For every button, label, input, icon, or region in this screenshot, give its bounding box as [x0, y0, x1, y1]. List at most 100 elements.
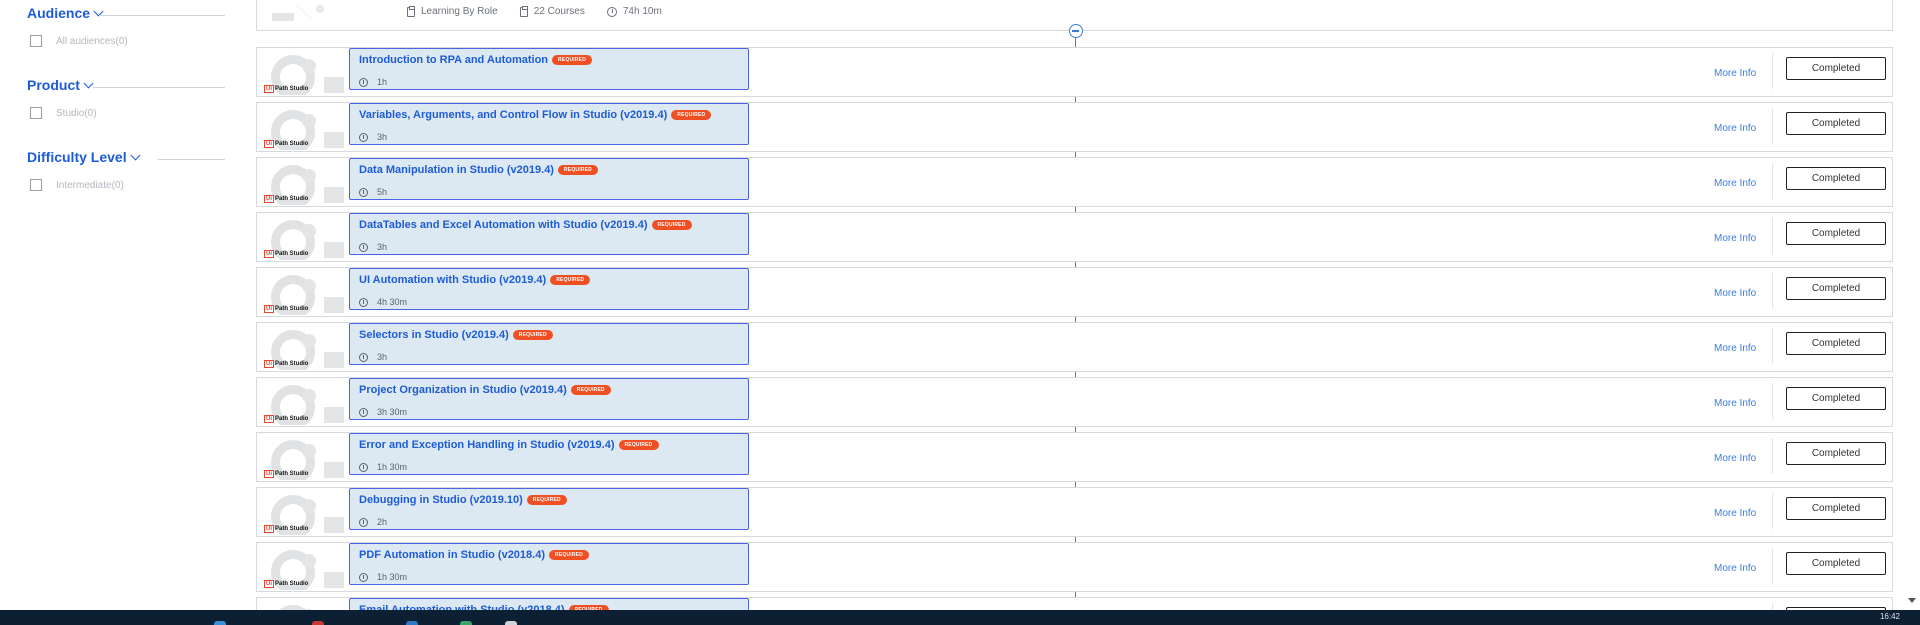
course-title-link[interactable]: Project Organization in Studio (v2019.4)	[359, 384, 567, 396]
course-title-link[interactable]: Variables, Arguments, and Control Flow i…	[359, 109, 667, 121]
more-info-link[interactable]: More Info	[1714, 453, 1756, 464]
required-badge: REQUIRED	[651, 220, 692, 230]
course-duration: 3h	[359, 242, 387, 252]
logo-text: Path Studio	[275, 251, 309, 257]
course-title-link[interactable]: Data Manipulation in Studio (v2019.4)	[359, 164, 554, 176]
taskbar-app-icon[interactable]	[460, 621, 472, 625]
completed-status-button[interactable]: Completed	[1786, 387, 1886, 410]
more-info-link[interactable]: More Info	[1714, 123, 1756, 134]
more-info-link[interactable]: More Info	[1714, 563, 1756, 574]
course-title-line: Data Manipulation in Studio (v2019.4) REQ…	[359, 164, 598, 176]
course-card[interactable]: Introduction to RPA and Automation REQUIR…	[349, 48, 749, 90]
thumbnail-square-shape	[324, 242, 344, 258]
more-info-link[interactable]: More Info	[1714, 68, 1756, 79]
completed-status-button[interactable]: Completed	[1786, 277, 1886, 300]
product-logo: Ui Path Studio	[264, 140, 308, 148]
filter-checkbox[interactable]	[30, 35, 42, 47]
path-duration-label: 74h 10m	[622, 6, 662, 17]
course-thumbnail-image: UiPath Studio	[261, 104, 348, 150]
completed-status-button[interactable]: Completed	[1786, 167, 1886, 190]
course-title-link[interactable]: Debugging in Studio (v2019.10)	[359, 494, 523, 506]
chevron-down-icon	[130, 150, 141, 161]
course-duration: 3h	[359, 132, 387, 142]
completed-status-button[interactable]: Completed	[1786, 112, 1886, 135]
course-card[interactable]: Project Organization in Studio (v2019.4)…	[349, 378, 749, 420]
completed-status-button[interactable]: Completed	[1786, 222, 1886, 245]
stopwatch-icon	[359, 517, 368, 527]
thumbnail-circle-shape	[302, 169, 316, 183]
filter-option-audience[interactable]: All audiences(0)	[30, 35, 225, 47]
course-thumbnail-image: UiPath Studio	[261, 324, 348, 370]
course-title-link[interactable]: Error and Exception Handling in Studio (…	[359, 439, 615, 451]
course-card[interactable]: Variables, Arguments, and Control Flow i…	[349, 103, 749, 145]
taskbar-app-icon[interactable]	[406, 621, 418, 625]
taskbar-clock[interactable]: 16:42	[1880, 612, 1900, 621]
completed-status-button[interactable]: Completed	[1786, 57, 1886, 80]
course-title-link[interactable]: PDF Automation in Studio (v2018.4)	[359, 549, 545, 561]
filter-option-product[interactable]: Studio(0)	[30, 107, 225, 119]
course-title-link[interactable]: Introduction to RPA and Automation	[359, 54, 548, 66]
course-card[interactable]: Data Manipulation in Studio (v2019.4) REQ…	[349, 158, 749, 200]
course-row: Ui Path Studio UI Automation with Studio (…	[256, 267, 1893, 317]
course-title-link[interactable]: DataTables and Excel Automation with Stu…	[359, 219, 648, 231]
scroll-down-arrow-icon[interactable]	[1908, 598, 1916, 603]
taskbar-app-icon[interactable]	[214, 621, 226, 625]
stopwatch-icon	[359, 407, 368, 417]
course-duration-label: 4h 30m	[377, 297, 408, 307]
filter-header-audience[interactable]: Audience	[27, 3, 225, 23]
taskbar-app-icon[interactable]	[505, 621, 517, 625]
course-card[interactable]: Error and Exception Handling in Studio (…	[349, 433, 749, 475]
path-meta: Learning By Role 22 Courses 74h 10m	[407, 5, 684, 17]
filter-title: Audience	[27, 5, 91, 21]
course-duration-label: 3h	[377, 352, 388, 362]
divider	[1772, 108, 1773, 144]
course-duration-label: 1h 30m	[377, 572, 408, 582]
divider	[1772, 218, 1773, 254]
more-info-link[interactable]: More Info	[1714, 343, 1756, 354]
filter-checkbox[interactable]	[30, 107, 42, 119]
course-title-link[interactable]: Selectors in Studio (v2019.4)	[359, 329, 509, 341]
completed-status-button[interactable]: Completed	[1786, 442, 1886, 465]
completed-status-button[interactable]: Completed	[1786, 552, 1886, 575]
completed-status-button[interactable]: Completed	[1786, 332, 1886, 355]
path-duration: 74h 10m	[606, 6, 662, 17]
page-scrollbar[interactable]	[1904, 0, 1920, 610]
more-info-link[interactable]: More Info	[1714, 398, 1756, 409]
completed-status-button[interactable]: Completed	[1786, 497, 1886, 520]
course-card[interactable]: PDF Automation in Studio (v2018.4) REQUIR…	[349, 543, 749, 585]
course-duration: 1h	[359, 77, 387, 87]
required-badge: REQUIRED	[552, 55, 593, 65]
course-row: Ui Path Studio Debugging in Studio (v2019.…	[256, 487, 1893, 537]
more-info-link[interactable]: More Info	[1714, 233, 1756, 244]
stopwatch-icon	[606, 6, 617, 17]
course-card[interactable]: Debugging in Studio (v2019.10) REQUIRED 2h	[349, 488, 749, 530]
course-title-line: Introduction to RPA and Automation REQUIR…	[359, 54, 593, 66]
thumbnail-circle-shape	[302, 279, 316, 293]
course-card[interactable]: DataTables and Excel Automation with Stu…	[349, 213, 749, 255]
course-card[interactable]: Selectors in Studio (v2019.4) REQUIRED 3h	[349, 323, 749, 365]
filter-header-product[interactable]: Product	[27, 75, 225, 95]
course-duration-label: 3h 30m	[377, 407, 408, 417]
stopwatch-icon	[359, 187, 368, 197]
path-thumbnail-image	[272, 4, 324, 21]
taskbar-app-icon[interactable]	[312, 621, 324, 625]
product-logo: Ui Path Studio	[264, 525, 308, 533]
more-info-link[interactable]: More Info	[1714, 288, 1756, 299]
course-thumbnail-image: UiPath Studio	[261, 49, 348, 95]
collapse-path-button[interactable]	[1069, 24, 1083, 38]
logo-mark: Ui	[264, 305, 274, 313]
filter-option-label: Intermediate(0)	[56, 179, 124, 191]
course-card[interactable]: UI Automation with Studio (v2019.4) REQUI…	[349, 268, 749, 310]
filter-checkbox[interactable]	[30, 179, 42, 191]
filter-option-difficulty[interactable]: Intermediate(0)	[30, 179, 225, 191]
more-info-link[interactable]: More Info	[1714, 178, 1756, 189]
course-title-line: Error and Exception Handling in Studio (…	[359, 439, 659, 451]
course-title-link[interactable]: UI Automation with Studio (v2019.4)	[359, 274, 546, 286]
logo-mark: Ui	[264, 85, 274, 93]
filter-header-difficulty[interactable]: Difficulty Level	[27, 147, 225, 167]
more-info-link[interactable]: More Info	[1714, 508, 1756, 519]
course-thumbnail-image: UiPath Studio	[261, 489, 348, 535]
logo-text: Path Studio	[275, 86, 309, 92]
logo-mark: Ui	[264, 525, 274, 533]
filter-option-label: All audiences(0)	[56, 35, 128, 47]
